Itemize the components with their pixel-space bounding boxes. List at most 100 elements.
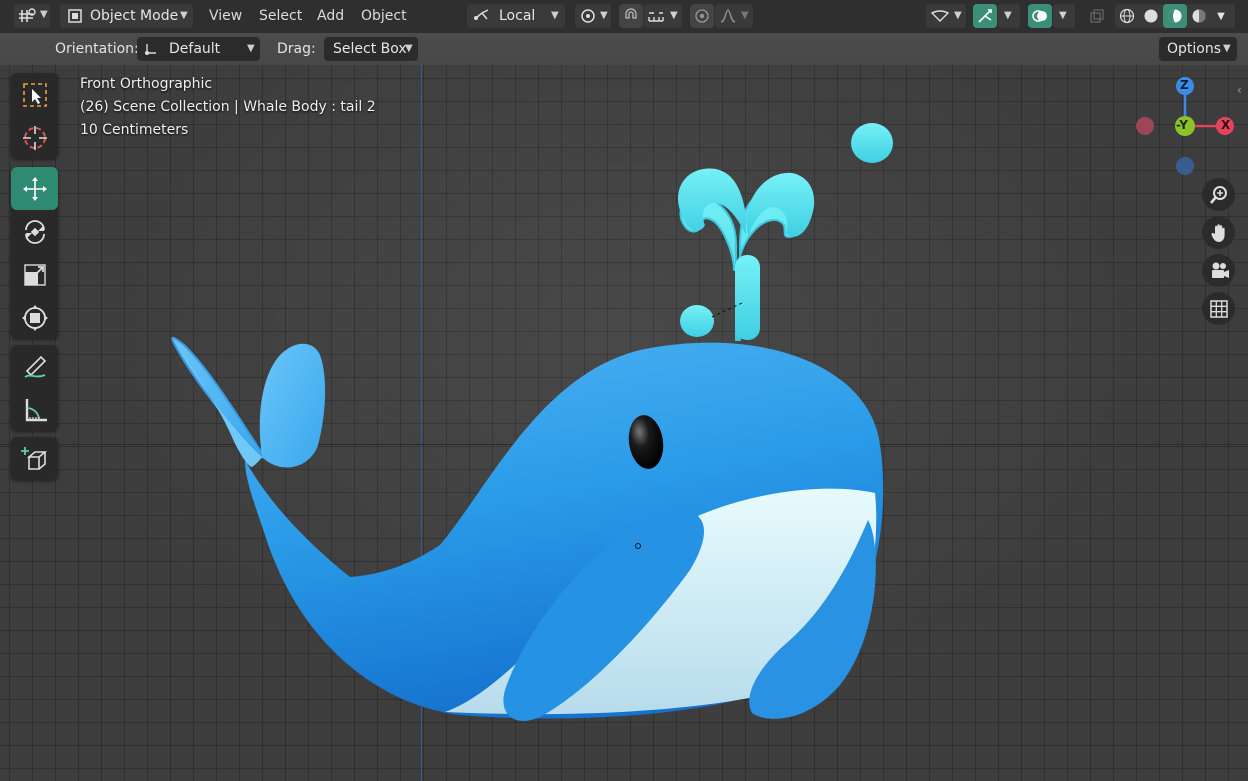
chevron-down-icon: ▼	[1004, 10, 1012, 21]
tool-group-transform	[11, 167, 58, 339]
proportional-edit-toggle[interactable]	[690, 4, 714, 28]
gizmo-z-label: Z	[1180, 78, 1189, 92]
cursor-icon	[21, 124, 49, 152]
proportional-edit-icon	[694, 8, 710, 24]
add-cube-icon	[20, 445, 49, 473]
chevron-down-icon: ▼	[405, 43, 413, 54]
whale-fluke-left	[171, 336, 263, 460]
chevron-down-icon: ▼	[1059, 10, 1067, 21]
spout-droplet-small	[680, 305, 714, 337]
orientation-dropdown[interactable]: Default ▼	[137, 37, 260, 61]
editor-type-icon	[18, 7, 38, 25]
pivot-icon	[579, 7, 599, 25]
chevron-down-icon: ▼	[247, 43, 255, 54]
snap-toggle[interactable]	[619, 4, 643, 28]
chevron-down-icon: ▼	[40, 9, 48, 20]
3d-viewport[interactable]: Front Orthographic (26) Scene Collection…	[0, 65, 1248, 781]
options-dropdown[interactable]: Options ▼	[1159, 37, 1237, 61]
editor-type-button[interactable]: ▼	[14, 4, 50, 28]
rotate-icon	[21, 218, 49, 246]
measure-icon	[21, 396, 49, 424]
shading-group: ▼	[1115, 4, 1235, 28]
gizmo-neg-x	[1136, 117, 1154, 135]
view-name: Front Orthographic	[80, 76, 213, 92]
solid-shading-icon[interactable]	[1139, 8, 1163, 24]
tool-settings-bar: Orientation: Default ▼ Drag: Select Box …	[0, 33, 1248, 65]
menu-object[interactable]: Object	[361, 4, 407, 28]
viewport-header: ▼ Object Mode ▼ View Select Add Object L…	[0, 0, 1248, 34]
chevron-down-icon: ▼	[1223, 43, 1231, 54]
drag-label: Drag:	[277, 41, 316, 57]
chevron-down-icon: ▼	[600, 10, 608, 21]
magnet-icon	[623, 8, 639, 24]
move-tool[interactable]	[11, 167, 58, 210]
cursor-tool[interactable]	[11, 116, 58, 159]
pan-button[interactable]	[1202, 216, 1235, 249]
measure-tool[interactable]	[11, 388, 58, 431]
transform-icon	[21, 304, 49, 332]
chevron-down-icon: ▼	[741, 10, 749, 21]
gizmo-neg-z	[1176, 157, 1194, 175]
orientation-axes-icon	[143, 41, 159, 57]
gizmo-neg-y-label: -Y	[1176, 118, 1188, 132]
proportional-falloff-dropdown[interactable]: ▼	[715, 4, 753, 28]
chevron-down-icon: ▼	[180, 10, 188, 21]
transform-orientation-dropdown[interactable]: Local ▼	[467, 4, 565, 28]
xray-icon	[1089, 8, 1105, 24]
selectability-icon	[930, 7, 950, 25]
tool-group-add	[11, 437, 58, 480]
gizmo-icon	[976, 7, 994, 25]
options-label: Options	[1167, 41, 1222, 57]
chevron-down-icon: ▼	[954, 10, 962, 21]
overlays-icon	[1031, 7, 1049, 25]
whale-fluke-right	[259, 343, 326, 468]
annotate-icon	[21, 353, 49, 381]
annotate-tool[interactable]	[11, 345, 58, 388]
material-preview-shading-icon[interactable]	[1163, 4, 1187, 28]
object-mode-icon	[66, 7, 84, 25]
orientation-label: Orientation:	[55, 41, 139, 57]
gizmo-x-label: X	[1221, 118, 1231, 132]
zoom-icon	[1209, 185, 1229, 205]
drag-value: Select Box	[333, 41, 407, 57]
tool-group-annotate	[11, 345, 58, 431]
add-cube-tool[interactable]	[11, 437, 58, 480]
xray-toggle[interactable]	[1085, 4, 1109, 28]
collection-info: (26) Scene Collection | Whale Body : tai…	[80, 99, 376, 115]
select-box-tool[interactable]	[11, 73, 58, 116]
wireframe-shading-icon[interactable]	[1115, 8, 1139, 24]
visibility-dropdown[interactable]: ▼	[926, 4, 966, 28]
mode-label: Object Mode	[90, 8, 179, 24]
chevron-down-icon: ▼	[670, 10, 678, 21]
chevron-down-icon: ▼	[551, 10, 559, 21]
sidebar-toggle-icon[interactable]: ‹	[1237, 83, 1242, 97]
scale-info: 10 Centimeters	[80, 122, 189, 138]
drag-dropdown[interactable]: Select Box ▼	[324, 37, 418, 61]
scale-tool[interactable]	[11, 253, 58, 296]
camera-view-button[interactable]	[1202, 254, 1235, 287]
transform-orientation-label: Local	[499, 8, 536, 24]
snap-target-dropdown[interactable]: ▼	[644, 4, 682, 28]
zoom-button[interactable]	[1202, 178, 1235, 211]
overlays-toggle[interactable]	[1028, 4, 1052, 28]
snap-increment-icon	[647, 8, 667, 24]
gizmo-dropdown[interactable]: ▼	[998, 4, 1020, 28]
gizmo-toggle[interactable]	[973, 4, 997, 28]
falloff-curve-icon	[719, 8, 737, 24]
ortho-toggle-button[interactable]	[1202, 292, 1235, 325]
shading-options-chevron-icon[interactable]: ▼	[1211, 11, 1231, 22]
menu-add[interactable]: Add	[317, 4, 344, 28]
pivot-point-dropdown[interactable]: ▼	[575, 4, 611, 28]
rotate-tool[interactable]	[11, 210, 58, 253]
transform-tool[interactable]	[11, 296, 58, 339]
grid-ortho-icon	[1209, 299, 1229, 319]
overlays-dropdown[interactable]: ▼	[1053, 4, 1075, 28]
select-box-icon	[21, 81, 49, 109]
rendered-shading-icon[interactable]	[1187, 8, 1211, 24]
scale-icon	[21, 261, 49, 289]
orientation-value: Default	[169, 41, 221, 57]
whale-model[interactable]	[0, 65, 1248, 781]
mode-dropdown[interactable]: Object Mode ▼	[60, 4, 193, 28]
menu-select[interactable]: Select	[259, 4, 302, 28]
menu-view[interactable]: View	[209, 4, 242, 28]
